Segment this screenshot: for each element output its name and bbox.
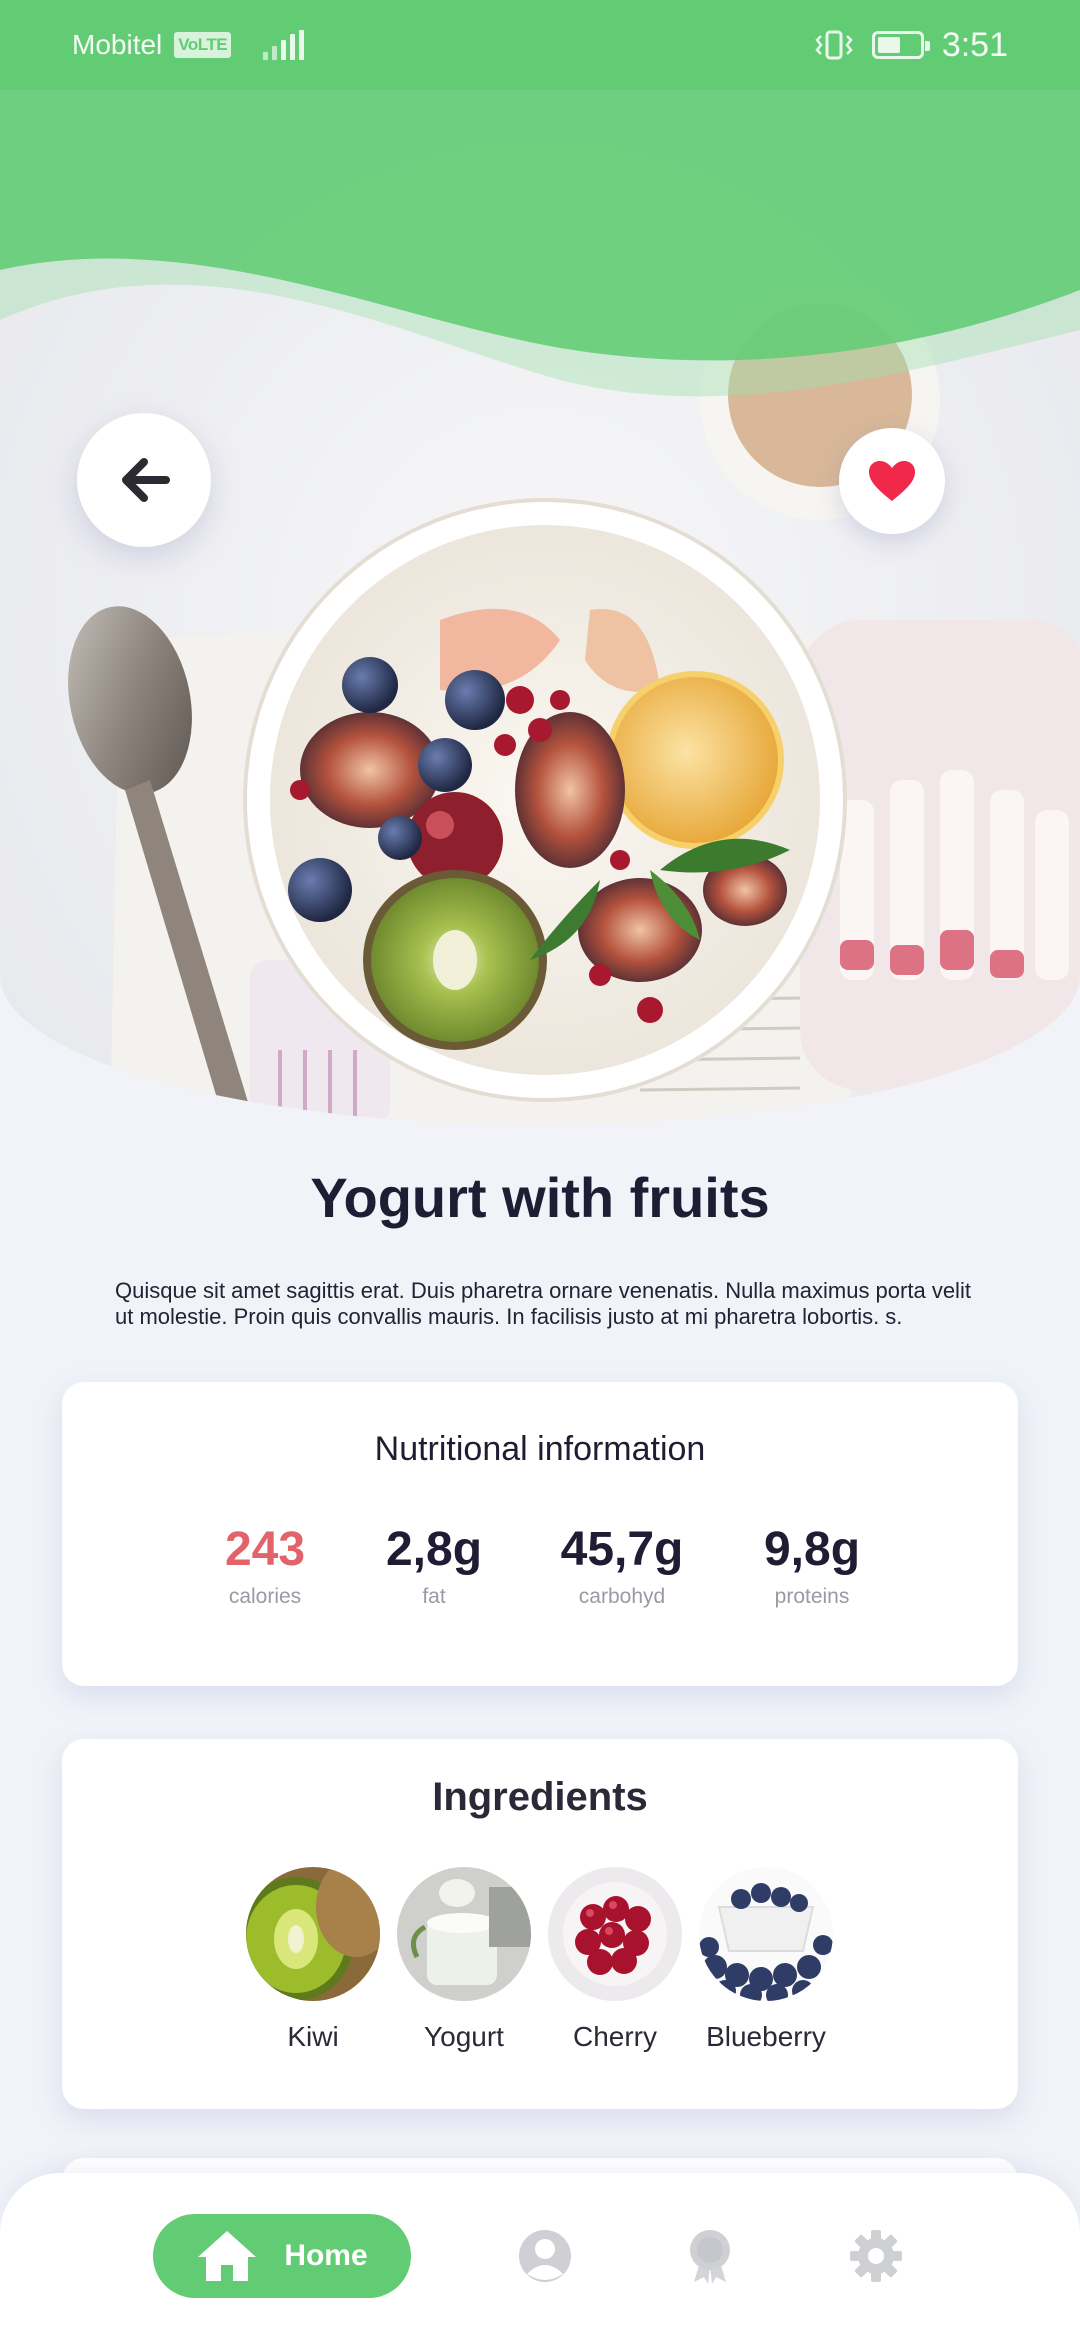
proteins-label: proteins bbox=[774, 1585, 850, 1608]
recipe-title: Yogurt with fruits bbox=[310, 1166, 770, 1229]
favorite-button[interactable] bbox=[839, 428, 945, 534]
settings-icon[interactable] bbox=[848, 2228, 904, 2284]
heart-icon bbox=[869, 461, 915, 501]
proteins-value: 9,8g bbox=[763, 1523, 861, 1576]
calories-value: 243 bbox=[224, 1523, 306, 1576]
signal-icon bbox=[263, 30, 305, 60]
nutrition-item-carbohydrates: 45,7g carbohyd bbox=[532, 1522, 712, 1609]
kiwi-image bbox=[246, 1867, 380, 2001]
ingredient-label: Cherry bbox=[572, 2021, 657, 2052]
recipe-description: Quisque sit amet sagittis erat. Duis pha… bbox=[115, 1278, 971, 1329]
carbohydrates-label: carbohyd bbox=[578, 1585, 666, 1608]
back-button[interactable] bbox=[77, 413, 211, 547]
volte-badge: VoLTE bbox=[174, 32, 232, 58]
hero-food-photo bbox=[0, 0, 1080, 1125]
clock: 3:51 bbox=[941, 25, 1008, 64]
battery-icon bbox=[871, 31, 930, 59]
ingredients-card: Ingredients Kiwi Yogurt Cherry Blueberry bbox=[62, 1739, 1018, 2109]
ingredient-kiwi[interactable]: Kiwi bbox=[238, 1867, 388, 2053]
profile-icon[interactable] bbox=[517, 2228, 573, 2284]
nutrition-title: Nutritional information bbox=[374, 1430, 706, 1468]
nutrition-card: Nutritional information 243 calories 2,8… bbox=[62, 1382, 1018, 1686]
cherry-image bbox=[548, 1867, 682, 2001]
ingredient-blueberry[interactable]: Blueberry bbox=[691, 1867, 841, 2053]
nav-home-button[interactable]: Home bbox=[153, 2214, 411, 2298]
nutrition-item-proteins: 9,8g proteins bbox=[722, 1522, 902, 1609]
status-right: 3:51 bbox=[814, 26, 1008, 65]
fat-value: 2,8g bbox=[385, 1523, 483, 1576]
nav-home-label: Home bbox=[284, 2239, 368, 2272]
status-left: Mobitel VoLTE bbox=[72, 29, 305, 61]
yogurt-image bbox=[397, 1867, 531, 2001]
calories-label: calories bbox=[228, 1585, 302, 1608]
ingredients-title: Ingredients bbox=[432, 1775, 648, 1819]
status-bar: Mobitel VoLTE 3:51 bbox=[0, 0, 1080, 90]
vibrate-icon bbox=[815, 30, 853, 60]
nutrition-item-calories: 243 calories bbox=[175, 1522, 355, 1609]
ingredient-yogurt[interactable]: Yogurt bbox=[389, 1867, 539, 2053]
ingredient-cherry[interactable]: Cherry bbox=[540, 1867, 690, 2053]
ingredient-label: Blueberry bbox=[706, 2021, 826, 2052]
nutrition-item-fat: 2,8g fat bbox=[344, 1522, 524, 1609]
yogurt-bowl-illustration bbox=[0, 0, 1080, 1125]
award-icon[interactable] bbox=[682, 2228, 738, 2284]
bottom-navigation: Home bbox=[0, 2173, 1080, 2340]
blueberry-image bbox=[699, 1867, 833, 2001]
carbohydrates-value: 45,7g bbox=[560, 1523, 684, 1576]
fat-label: fat bbox=[422, 1585, 446, 1608]
carrier-name: Mobitel bbox=[72, 29, 163, 60]
ingredient-label: Kiwi bbox=[287, 2021, 339, 2052]
ingredient-label: Yogurt bbox=[424, 2021, 504, 2052]
back-arrow-icon bbox=[122, 458, 170, 502]
home-icon bbox=[198, 2231, 257, 2281]
